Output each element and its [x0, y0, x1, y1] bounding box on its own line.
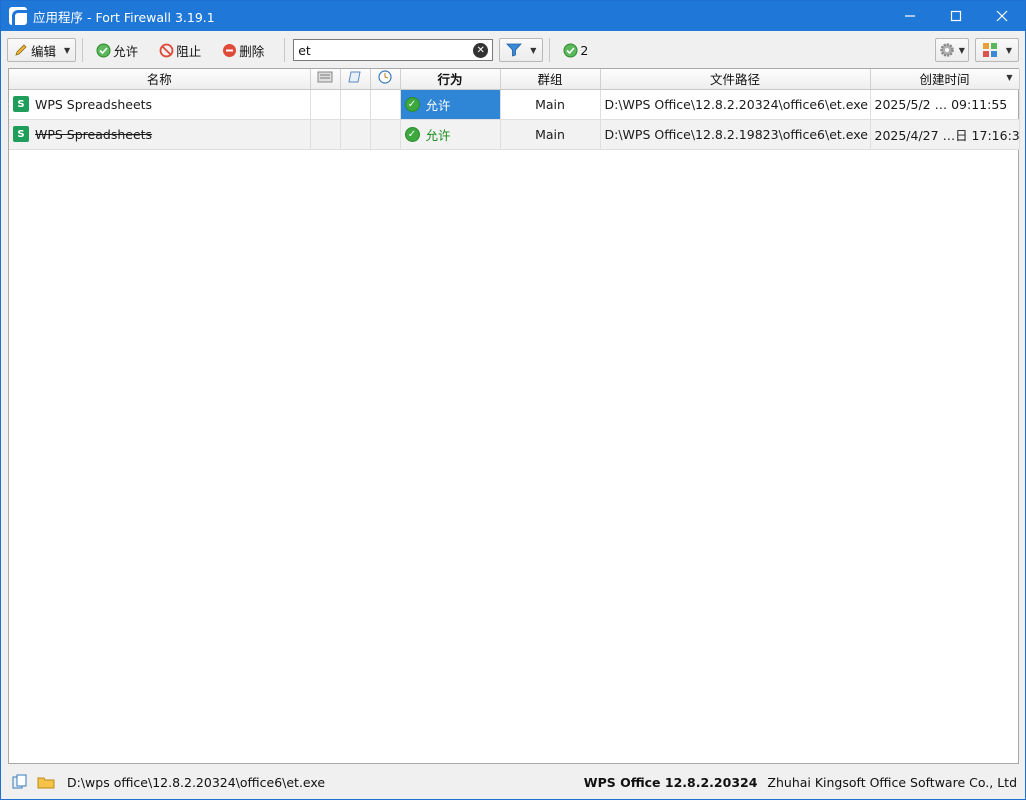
search-field[interactable]: ✕	[293, 39, 494, 61]
settings-button[interactable]: ▼	[934, 38, 969, 62]
status-product-info: WPS Office 12.8.2.20324 Zhuhai Kingsoft …	[584, 775, 1017, 790]
status-bar: D:\wps office\12.8.2.20324\office6\et.ex…	[1, 765, 1025, 799]
close-icon	[996, 10, 1008, 22]
check-circle-icon	[562, 42, 578, 58]
title-bar: 应用程序 - Fort Firewall 3.19.1	[1, 1, 1025, 31]
view-button[interactable]: ▼	[974, 38, 1019, 62]
app-name: WPS Spreadsheets	[35, 126, 153, 142]
cell-log	[310, 89, 341, 120]
edit-button[interactable]: 编辑 ▼	[7, 38, 77, 62]
cell-path: D:\WPS Office\12.8.2.19823\office6\et.ex…	[600, 119, 871, 150]
close-button[interactable]	[979, 1, 1025, 31]
gear-icon	[939, 42, 955, 58]
product-version: WPS Office 12.8.2.20324	[583, 774, 758, 790]
table-row[interactable]: S WPS Spreadsheets ✓ 允许 Main D:\WPS Offi…	[9, 89, 1020, 120]
cell-action[interactable]: ✓ 允许	[400, 119, 501, 150]
status-path: D:\wps office\12.8.2.20324\office6\et.ex…	[67, 774, 326, 790]
check-circle-icon: ✓	[404, 96, 420, 112]
delete-label: 删除	[239, 43, 265, 59]
cell-group: Main	[500, 119, 601, 150]
window-title: 应用程序 - Fort Firewall 3.19.1	[33, 9, 215, 25]
table-row[interactable]: S WPS Spreadsheets ✓ 允许 Main D:\WPS Offi…	[9, 119, 1020, 150]
table-header: 名称 行为 群组 文件路径 创建时间 ▼	[9, 69, 1020, 90]
fort-firewall-logo-icon	[9, 7, 27, 25]
delete-button[interactable]: 删除	[215, 38, 270, 62]
spreadsheet-app-icon: S	[13, 126, 29, 142]
app-name: WPS Spreadsheets	[35, 96, 153, 112]
clear-search-icon[interactable]: ✕	[473, 42, 489, 58]
company-name: Zhuhai Kingsoft Office Software Co., Ltd	[767, 774, 1017, 790]
cell-rule	[340, 89, 371, 120]
pencil-icon	[13, 42, 29, 58]
cell-name: S WPS Spreadsheets	[9, 89, 311, 120]
filter-button[interactable]: ▼	[499, 38, 544, 62]
log-icon	[317, 71, 333, 83]
minimize-button[interactable]	[887, 1, 933, 31]
spreadsheet-app-icon: S	[13, 96, 29, 112]
action-label: 允许	[425, 97, 451, 113]
minus-circle-icon	[221, 42, 237, 58]
maximize-button[interactable]	[933, 1, 979, 31]
folder-icon[interactable]	[37, 773, 55, 791]
cell-schedule	[370, 89, 401, 120]
check-circle-icon	[95, 42, 111, 58]
allowed-count-button[interactable]: 2	[556, 38, 594, 62]
cell-created: 2025/4/27 …日 17:16:33	[870, 119, 1020, 150]
cell-path: D:\WPS Office\12.8.2.20324\office6\et.ex…	[600, 89, 871, 120]
allow-label: 允许	[113, 43, 139, 59]
toolbar-separator	[82, 38, 84, 62]
cell-log	[310, 119, 341, 150]
column-name[interactable]: 名称	[9, 69, 311, 90]
column-path[interactable]: 文件路径	[600, 69, 871, 90]
applications-table: 名称 行为 群组 文件路径 创建时间 ▼ S WPS Spreadsheets …	[8, 68, 1020, 764]
cell-action[interactable]: ✓ 允许	[400, 89, 501, 120]
column-schedule-icon[interactable]	[370, 69, 401, 90]
cell-name: S WPS Spreadsheets	[9, 119, 311, 150]
chevron-down-icon: ▼	[530, 45, 537, 55]
grid-icon	[982, 42, 998, 58]
column-rule-icon[interactable]	[340, 69, 371, 90]
column-created[interactable]: 创建时间 ▼	[870, 69, 1020, 90]
column-log-icon[interactable]	[310, 69, 341, 90]
column-action[interactable]: 行为	[400, 69, 501, 90]
edit-label: 编辑	[31, 43, 57, 59]
clock-icon	[378, 70, 392, 84]
toolbar-separator	[549, 38, 551, 62]
action-label: 允许	[425, 127, 451, 143]
window-controls	[887, 1, 1025, 31]
block-button[interactable]: 阻止	[152, 38, 207, 62]
allowed-count: 2	[580, 42, 589, 58]
check-circle-icon: ✓	[404, 126, 420, 142]
sort-desc-icon: ▼	[1006, 73, 1013, 82]
toolbar-separator	[284, 38, 286, 62]
chevron-down-icon: ▼	[64, 45, 71, 55]
maximize-icon	[950, 10, 962, 22]
funnel-icon	[506, 42, 523, 58]
app-window: 应用程序 - Fort Firewall 3.19.1 编辑 ▼ 允许 阻止 删…	[0, 0, 1026, 800]
allow-button[interactable]: 允许	[89, 38, 144, 62]
column-created-label: 创建时间	[919, 72, 970, 88]
block-label: 阻止	[176, 43, 202, 59]
column-group[interactable]: 群组	[500, 69, 601, 90]
minimize-icon	[905, 15, 915, 17]
cell-created: 2025/5/2 … 09:11:55	[870, 89, 1020, 120]
copy-icon[interactable]	[11, 773, 29, 791]
block-icon	[158, 42, 174, 58]
toolbar: 编辑 ▼ 允许 阻止 删除 ✕	[1, 32, 1025, 68]
cell-rule	[340, 119, 371, 150]
scroll-icon	[348, 71, 361, 83]
search-input[interactable]	[298, 42, 469, 58]
cell-schedule	[370, 119, 401, 150]
cell-group: Main	[500, 89, 601, 120]
chevron-down-icon: ▼	[1005, 45, 1012, 55]
chevron-down-icon: ▼	[958, 45, 965, 55]
